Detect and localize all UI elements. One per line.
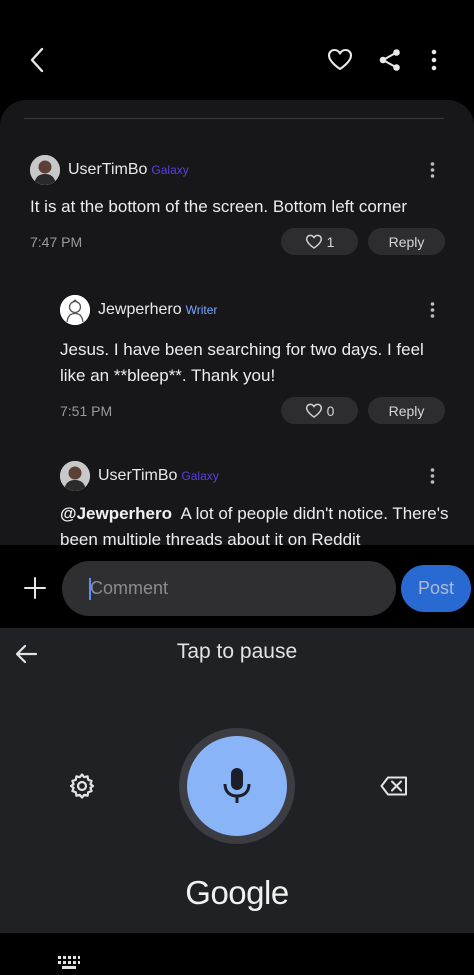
more-vertical-icon[interactable]: [414, 40, 454, 80]
post-button[interactable]: Post: [401, 565, 471, 612]
comment-more-icon[interactable]: [420, 158, 444, 182]
back-chevron-icon[interactable]: [18, 40, 58, 80]
comment-text: Jesus. I have been searching for two day…: [60, 340, 424, 385]
reply-button[interactable]: Reply: [368, 228, 445, 255]
avatar[interactable]: [60, 295, 90, 325]
writer-badge: Writer: [185, 303, 218, 317]
share-icon[interactable]: [370, 40, 410, 80]
like-count: 1: [326, 233, 335, 250]
microphone-button[interactable]: [187, 736, 287, 836]
comment-username[interactable]: UserTimBo Galaxy: [98, 467, 219, 485]
comment-more-icon[interactable]: [420, 464, 444, 488]
comment-thread: UserTimBo Galaxy It is at the bottom of t…: [0, 100, 474, 545]
heart-icon: [305, 403, 322, 418]
reply-button[interactable]: Reply: [368, 397, 445, 424]
text-cursor: [89, 578, 91, 600]
voice-status[interactable]: Tap to pause: [0, 640, 474, 664]
add-attachment-icon[interactable]: [14, 567, 56, 609]
avatar[interactable]: [60, 461, 90, 491]
like-button[interactable]: 1: [281, 228, 358, 255]
heart-icon: [305, 234, 322, 249]
comment-time: 7:47 PM: [30, 234, 83, 250]
google-logo: Google: [185, 874, 289, 911]
comment-more-icon[interactable]: [420, 298, 444, 322]
avatar[interactable]: [30, 155, 60, 185]
heart-icon[interactable]: [320, 40, 360, 80]
navigation-bar: [0, 933, 474, 975]
user-mention[interactable]: @Jewperhero: [60, 504, 172, 523]
gear-icon[interactable]: [64, 768, 100, 804]
galaxy-badge: Galaxy: [151, 163, 189, 177]
comment-username[interactable]: UserTimBo Galaxy: [68, 161, 189, 179]
backspace-icon[interactable]: [374, 768, 414, 804]
comment-text: @Jewperhero A lot of people didn't notic…: [60, 504, 449, 545]
comment-text: It is at the bottom of the screen. Botto…: [30, 197, 408, 216]
comment-composer: Post: [0, 545, 474, 628]
comment-username[interactable]: Jewperhero Writer: [98, 301, 217, 319]
comment-item: UserTimBo Galaxy @Jewperhero A lot of peo…: [0, 440, 474, 545]
comment-input[interactable]: [62, 561, 396, 616]
like-count: 0: [326, 402, 335, 419]
like-button[interactable]: 0: [281, 397, 358, 424]
voice-input-panel: Tap to pause Google: [0, 628, 474, 933]
comment-time: 7:51 PM: [60, 403, 113, 419]
keyboard-icon[interactable]: [57, 955, 81, 971]
galaxy-badge: Galaxy: [181, 469, 219, 483]
top-app-bar: [0, 0, 474, 100]
comment-item: Jewperhero Writer Jesus. I have been sear…: [0, 270, 474, 440]
microphone-icon: [223, 768, 251, 803]
comment-item: UserTimBo Galaxy It is at the bottom of t…: [0, 100, 474, 270]
